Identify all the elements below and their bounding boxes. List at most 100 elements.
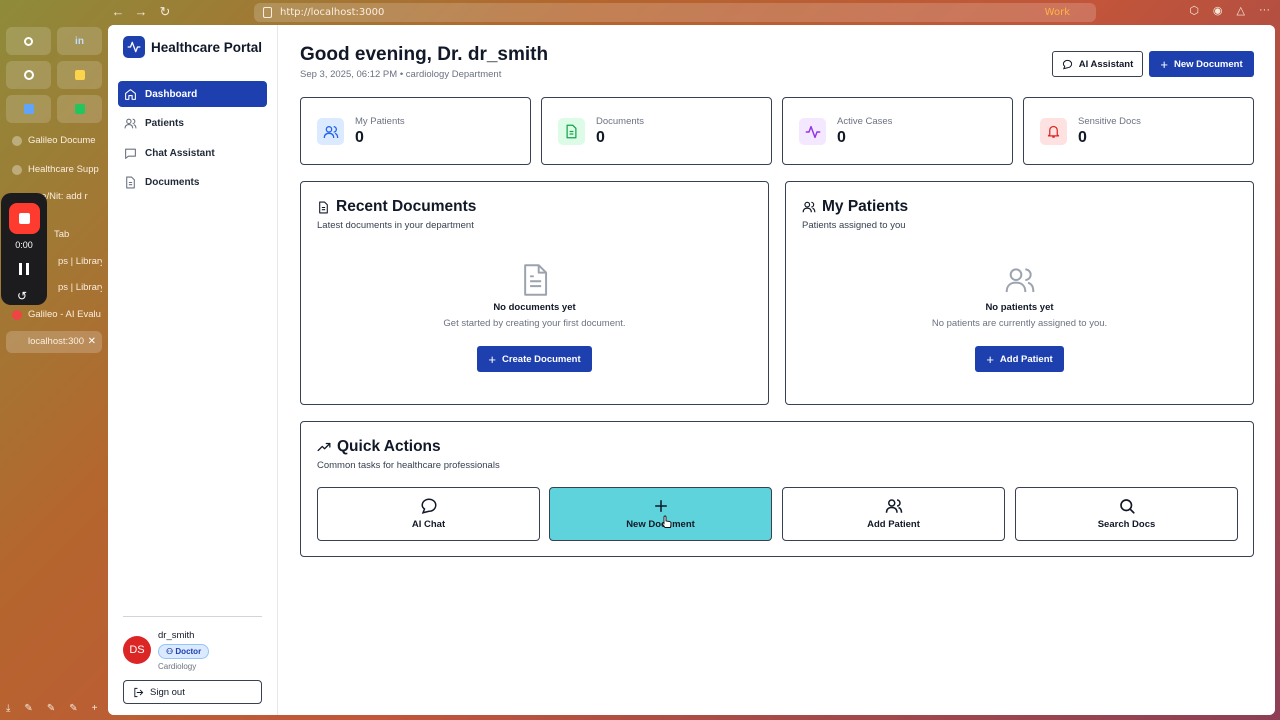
- stop-record-button[interactable]: [9, 203, 40, 234]
- user-icon: ⚇: [166, 647, 176, 656]
- role-badge: ⚇ Doctor: [158, 644, 210, 659]
- address-bar[interactable]: http://localhost:3000 Work: [254, 3, 1096, 22]
- stat-label: My Patients: [355, 116, 405, 127]
- sidebar-footer: ⤓ ✎ ✎ ✎ +: [6, 703, 97, 714]
- tab-item[interactable]: Galileo Docume: [6, 130, 102, 152]
- empty-state-title: No documents yet: [493, 302, 576, 313]
- quick-action-ai-chat[interactable]: AI Chat: [317, 487, 540, 541]
- tab-item-active[interactable]: localhost:300 ✕: [6, 331, 102, 353]
- stat-card-sensitive-docs: Sensitive Docs 0: [1023, 97, 1254, 165]
- sign-out-button[interactable]: Sign out: [123, 680, 262, 704]
- circle-icon: [24, 36, 33, 46]
- empty-state-description: Get started by creating your first docum…: [443, 318, 626, 329]
- quick-action-search-docs[interactable]: Search Docs: [1015, 487, 1238, 541]
- stat-label: Active Cases: [837, 116, 893, 127]
- forward-icon[interactable]: →: [133, 4, 149, 20]
- pinned-site[interactable]: [57, 61, 102, 89]
- heartbeat-icon: [123, 36, 145, 58]
- plus-icon: +: [986, 351, 994, 367]
- main-content: Good evening, Dr. dr_smith Sep 3, 2025, …: [279, 25, 1275, 715]
- nav-item-dashboard[interactable]: Dashboard: [118, 81, 267, 107]
- users-icon: [317, 118, 344, 145]
- empty-state-description: No patients are currently assigned to yo…: [931, 318, 1108, 329]
- tab-item[interactable]: Galileo - AI Evalu: [6, 304, 102, 326]
- browser-actions: ⬡ ◉ △ ···: [1189, 4, 1270, 17]
- users-icon: [802, 201, 816, 213]
- empty-state-title: No patients yet: [985, 302, 1054, 313]
- back-icon[interactable]: ←: [110, 4, 126, 20]
- plus-icon[interactable]: +: [92, 703, 98, 714]
- bell-icon: [1040, 118, 1067, 145]
- tab-favicon-icon: [12, 136, 22, 146]
- github-icon: [23, 70, 34, 80]
- pen-icon[interactable]: ✎: [47, 703, 55, 714]
- activity-icon: [799, 118, 826, 145]
- stat-label: Documents: [596, 116, 645, 127]
- quick-actions-panel: Quick Actions Common tasks for healthcar…: [300, 421, 1254, 557]
- nav-item-documents[interactable]: Documents: [118, 170, 267, 196]
- user-name: dr_smith: [158, 630, 195, 641]
- reload-icon[interactable]: ↻: [157, 4, 173, 20]
- avatar: DS: [123, 636, 151, 664]
- download-icon[interactable]: ⤓: [6, 703, 10, 714]
- nav-item-chat-assistant[interactable]: Chat Assistant: [118, 140, 267, 166]
- pen-icon[interactable]: ✎: [24, 703, 32, 714]
- home-icon: [125, 88, 136, 100]
- pause-icon[interactable]: [19, 263, 29, 275]
- users-icon: [885, 499, 903, 513]
- close-icon[interactable]: ✕: [88, 331, 96, 353]
- restart-icon[interactable]: ↺: [17, 289, 27, 303]
- chat-icon: [421, 498, 437, 514]
- panel-subtitle: Common tasks for healthcare professional…: [317, 460, 500, 471]
- side-nav: Dashboard Patients Chat Assistant Docume…: [118, 81, 267, 199]
- screen-recorder: 0:00 ↺: [1, 193, 47, 305]
- logout-icon: [134, 687, 144, 697]
- tab-favicon-icon: [12, 165, 22, 175]
- chat-icon: [1062, 59, 1072, 69]
- document-icon: [126, 176, 135, 189]
- stat-value: 0: [596, 129, 605, 146]
- stat-card-my-patients: My Patients 0: [300, 97, 531, 165]
- search-icon: [1120, 499, 1135, 514]
- ai-assistant-button[interactable]: AI Assistant: [1052, 51, 1143, 77]
- profile-badge[interactable]: Work: [1045, 3, 1070, 22]
- pinned-site[interactable]: [6, 95, 51, 123]
- new-document-button[interactable]: + New Document: [1149, 51, 1254, 77]
- extension-icon[interactable]: ⬡: [1189, 4, 1199, 17]
- pen-icon[interactable]: ✎: [69, 703, 77, 714]
- sheets-icon: [74, 104, 85, 114]
- pinned-site[interactable]: [6, 61, 51, 89]
- linkedin-icon: in: [75, 35, 84, 47]
- calendar-icon: [74, 70, 85, 80]
- shield-icon[interactable]: ◉: [1213, 4, 1223, 17]
- document-icon: [319, 201, 328, 213]
- page-title: Good evening, Dr. dr_smith: [300, 44, 549, 65]
- cloud-icon[interactable]: △: [1237, 4, 1245, 17]
- recent-documents-panel: Recent Documents Latest documents in you…: [300, 181, 769, 405]
- stat-card-documents: Documents 0: [541, 97, 772, 165]
- create-document-button[interactable]: + Create Document: [477, 346, 592, 372]
- nav-item-patients[interactable]: Patients: [118, 111, 267, 137]
- trending-up-icon: [317, 442, 331, 452]
- brand[interactable]: Healthcare Portal: [123, 36, 262, 58]
- page-subtitle: Sep 3, 2025, 06:12 PM • cardiology Depar…: [300, 69, 502, 80]
- plus-icon: +: [1160, 56, 1168, 72]
- pinned-site[interactable]: [6, 27, 51, 55]
- tab-item[interactable]: Healthcare Supp: [6, 159, 102, 181]
- more-icon[interactable]: ···: [1259, 4, 1270, 17]
- panel-title: My Patients: [802, 198, 908, 216]
- pinned-site[interactable]: [57, 95, 102, 123]
- page-icon: [263, 7, 272, 18]
- document-icon: [524, 264, 548, 296]
- plus-icon: +: [488, 351, 496, 367]
- stat-value: 0: [837, 129, 846, 146]
- user-department: Cardiology: [158, 662, 197, 671]
- quick-action-new-document[interactable]: New Document: [549, 487, 772, 541]
- panel-subtitle: Patients assigned to you: [802, 220, 906, 231]
- quick-action-add-patient[interactable]: Add Patient: [782, 487, 1005, 541]
- pinned-site[interactable]: in: [57, 27, 102, 55]
- pinned-sites: in: [6, 27, 102, 123]
- browser-toolbar: ← → ↻ http://localhost:3000 Work ⬡ ◉ △ ·…: [0, 0, 1280, 25]
- chat-icon: [125, 148, 136, 159]
- add-patient-button[interactable]: + Add Patient: [975, 346, 1064, 372]
